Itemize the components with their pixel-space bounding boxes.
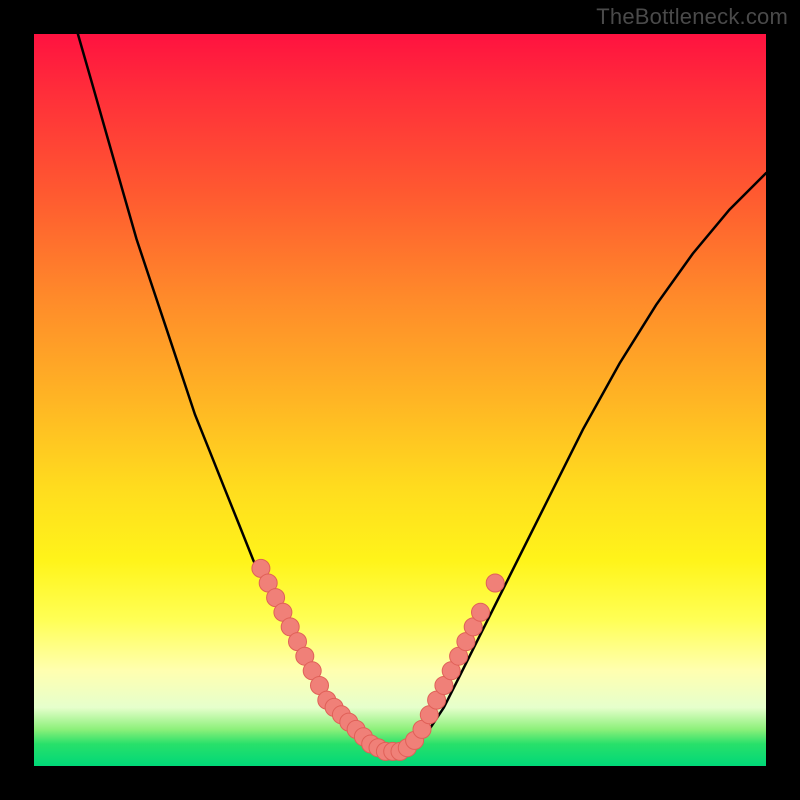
watermark-text: TheBottleneck.com (596, 4, 788, 30)
plot-area (34, 34, 766, 766)
bottleneck-curve (78, 34, 766, 751)
data-markers (252, 559, 504, 760)
chart-frame: TheBottleneck.com (0, 0, 800, 800)
data-marker (486, 574, 504, 592)
data-marker (472, 603, 490, 621)
curve-svg (34, 34, 766, 766)
